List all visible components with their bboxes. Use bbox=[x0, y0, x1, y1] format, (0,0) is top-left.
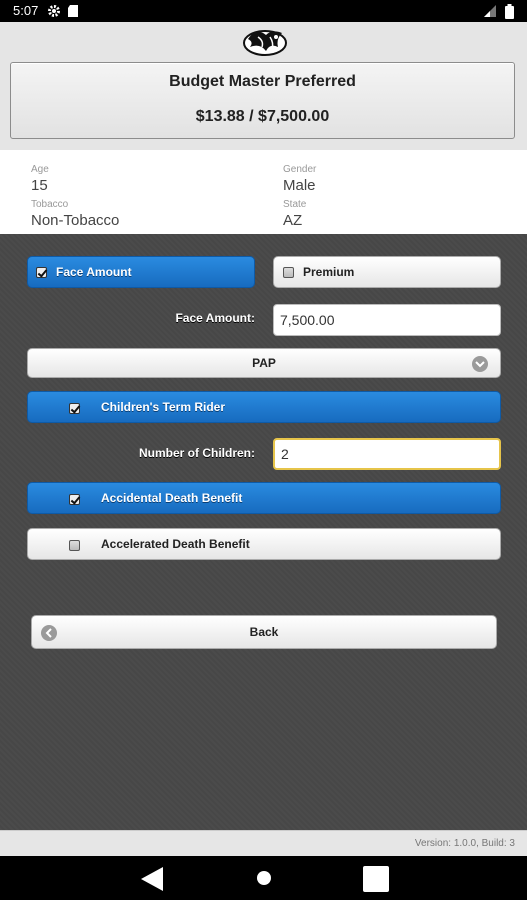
gender-value: Male bbox=[283, 177, 316, 194]
status-bar: 5:07 bbox=[0, 0, 527, 22]
tobacco-value: Non-Tobacco bbox=[31, 212, 120, 229]
state-label: State bbox=[283, 199, 307, 210]
applicant-info: Age 15 Gender Male Tobacco Non-Tobacco S… bbox=[0, 150, 527, 234]
battery-icon bbox=[505, 4, 514, 19]
premium-toggle[interactable]: Premium bbox=[273, 256, 501, 288]
premium-checkbox[interactable] bbox=[283, 267, 294, 278]
chevron-down-icon bbox=[472, 356, 488, 372]
back-button[interactable]: Back bbox=[31, 615, 497, 649]
nav-back-icon[interactable] bbox=[139, 865, 165, 893]
face-amount-toggle-label: Face Amount bbox=[56, 265, 132, 279]
nav-recents-icon[interactable] bbox=[362, 865, 390, 893]
system-navigation-bar bbox=[0, 856, 527, 900]
childrens-term-rider-label: Children's Term Rider bbox=[101, 400, 225, 414]
number-of-children-input[interactable]: 2 bbox=[273, 438, 501, 470]
face-amount-toggle[interactable]: Face Amount bbox=[27, 256, 255, 288]
childrens-term-rider-option[interactable]: Children's Term Rider bbox=[27, 391, 501, 423]
back-button-label: Back bbox=[249, 625, 279, 639]
sd-card-icon bbox=[68, 5, 78, 17]
plan-name: Budget Master Preferred bbox=[169, 73, 356, 90]
plan-summary: Budget Master Preferred $13.88 / $7,500.… bbox=[10, 62, 515, 139]
version-text: Version: 1.0.0, Build: 3 bbox=[414, 838, 515, 849]
age-value: 15 bbox=[31, 177, 48, 194]
accidental-death-benefit-checkbox[interactable] bbox=[69, 494, 80, 505]
status-time: 5:07 bbox=[13, 3, 39, 18]
payment-mode-select[interactable]: PAP bbox=[27, 348, 501, 378]
accelerated-death-benefit-option[interactable]: Accelerated Death Benefit bbox=[27, 528, 501, 560]
signal-icon bbox=[484, 5, 496, 17]
premium-toggle-label: Premium bbox=[303, 265, 355, 279]
nav-home-icon[interactable] bbox=[256, 870, 272, 886]
face-amount-label: Face Amount: bbox=[175, 311, 255, 325]
coverage-form: Face Amount Premium Face Amount: 7,500.0… bbox=[0, 234, 527, 830]
accelerated-death-benefit-label: Accelerated Death Benefit bbox=[101, 537, 250, 551]
state-value: AZ bbox=[283, 212, 303, 229]
accelerated-death-benefit-checkbox[interactable] bbox=[69, 540, 80, 551]
accidental-death-benefit-label: Accidental Death Benefit bbox=[101, 491, 243, 505]
gender-label: Gender bbox=[283, 164, 317, 175]
payment-mode-value: PAP bbox=[252, 356, 276, 370]
tobacco-label: Tobacco bbox=[31, 199, 69, 210]
face-amount-input[interactable]: 7,500.00 bbox=[273, 304, 501, 336]
footer: Version: 1.0.0, Build: 3 bbox=[0, 830, 527, 857]
age-label: Age bbox=[31, 164, 49, 175]
number-of-children-label: Number of Children: bbox=[139, 446, 255, 460]
face-amount-checkbox[interactable] bbox=[36, 267, 47, 278]
childrens-term-rider-checkbox[interactable] bbox=[69, 403, 80, 414]
eagle-logo-icon bbox=[243, 30, 287, 56]
settings-icon bbox=[48, 5, 60, 17]
plan-price: $13.88 / $7,500.00 bbox=[195, 108, 330, 125]
header: Budget Master Preferred $13.88 / $7,500.… bbox=[0, 22, 527, 150]
accidental-death-benefit-option[interactable]: Accidental Death Benefit bbox=[27, 482, 501, 514]
